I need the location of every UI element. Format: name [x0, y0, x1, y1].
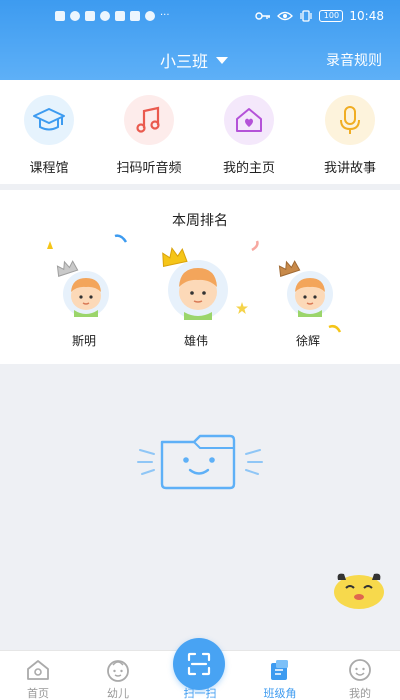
scan-button[interactable] [173, 638, 225, 690]
home-heart-icon [224, 95, 274, 145]
ranker-first[interactable]: 雄伟 [160, 246, 232, 349]
quick-action-label: 我的主页 [222, 161, 275, 176]
quick-actions-panel: 课程馆 扫码听音频 我的主页 我讲故事 [0, 80, 400, 184]
child-avatar-icon [162, 247, 228, 320]
ranker-name: 徐辉 [295, 334, 320, 348]
ranker-name: 雄伟 [183, 334, 208, 348]
wifi-icon [70, 11, 80, 21]
star-icon [236, 302, 248, 314]
quick-action-course[interactable]: 课程馆 [4, 95, 94, 176]
profile-face-icon [347, 657, 373, 683]
status-icons-left: ··· [55, 11, 170, 21]
status-bar: ··· 100 10:48 [0, 8, 400, 28]
home-icon [25, 657, 51, 683]
ranker-third[interactable]: 徐辉 [276, 260, 340, 349]
class-selector[interactable]: 小三班 [160, 48, 229, 72]
eye-icon [277, 11, 294, 21]
notification-icon [55, 11, 65, 21]
ranker-second[interactable]: 斯明 [52, 260, 116, 349]
class-corner-icon [267, 657, 293, 683]
microphone-icon [325, 95, 375, 145]
class-name: 小三班 [160, 52, 209, 71]
app-notification-icon [115, 11, 125, 21]
quick-action-scan-audio[interactable]: 扫码听音频 [104, 95, 194, 176]
vibrate-icon [300, 10, 313, 22]
quick-action-label: 扫码听音频 [116, 161, 182, 176]
browser-app-icon [145, 11, 155, 21]
recording-rules-link[interactable]: 录音规则 [326, 50, 382, 70]
child-avatar-icon [56, 260, 109, 317]
nav-label: 班级角 [263, 687, 297, 700]
child-avatar-icon [278, 260, 333, 317]
key-icon [255, 12, 271, 20]
quick-action-my-home[interactable]: 我的主页 [204, 95, 294, 176]
status-time: 10:48 [349, 9, 384, 23]
nav-label: 幼儿 [107, 687, 129, 700]
nav-home[interactable]: 首页 [8, 657, 68, 700]
nav-label: 我的 [349, 687, 371, 700]
scan-icon [187, 652, 211, 676]
quick-action-label: 课程馆 [29, 161, 69, 176]
ranker-name: 斯明 [71, 334, 96, 348]
quick-action-tell-story[interactable]: 我讲故事 [305, 95, 395, 176]
confetti-icon [114, 234, 128, 243]
mascot-assistant-icon[interactable] [332, 568, 386, 610]
mail-icon [85, 11, 95, 21]
nav-label: 首页 [27, 687, 49, 700]
app-header: ··· 100 10:48 小三班 录音规则 [0, 0, 400, 80]
ranking-title: 本周排名 [172, 213, 228, 229]
status-icons-right: 100 10:48 [255, 9, 384, 23]
search-app-icon [130, 11, 140, 21]
empty-folder-icon [137, 434, 263, 490]
music-note-icon [124, 95, 174, 145]
battery-indicator: 100 [319, 10, 344, 22]
usb-icon [100, 11, 110, 21]
weekly-ranking-panel: 本周排名 斯明 雄伟 徐辉 [0, 190, 400, 364]
bottom-navigation: 首页 幼儿 扫一扫 班级角 我的 [0, 638, 400, 700]
more-notifications: ··· [160, 10, 170, 21]
confetti-icon [251, 240, 259, 252]
child-face-icon [105, 657, 131, 683]
caret-down-icon [216, 56, 229, 64]
graduation-cap-icon [24, 95, 74, 145]
quick-action-label: 我讲故事 [323, 161, 376, 176]
confetti-icon [47, 241, 53, 249]
nav-children[interactable]: 幼儿 [88, 657, 148, 700]
nav-label-scan: 扫一扫 [183, 687, 217, 700]
nav-class-corner[interactable]: 班级角 [250, 657, 310, 700]
nav-profile[interactable]: 我的 [330, 657, 390, 700]
